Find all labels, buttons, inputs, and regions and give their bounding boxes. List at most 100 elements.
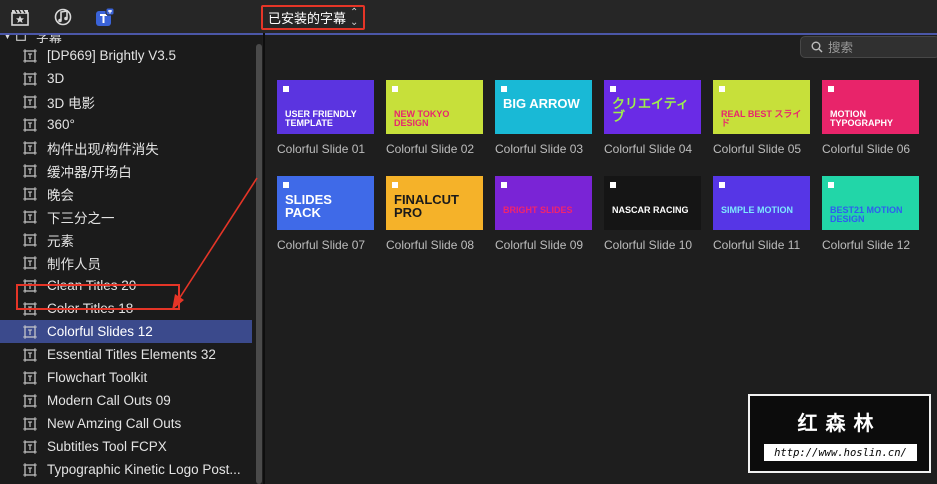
tile-caption: Colorful Slide 07 — [277, 238, 366, 252]
thumbnail-corner-mark — [283, 182, 289, 188]
thumbnail-corner-mark — [392, 86, 398, 92]
tile-caption: Colorful Slide 05 — [713, 142, 802, 156]
title-thumbnail: SLIDES PACK — [277, 176, 374, 230]
sidebar-item-label: 元素 — [47, 233, 74, 249]
search-input[interactable] — [828, 39, 928, 55]
sidebar-item-label: 制作人员 — [47, 256, 101, 272]
thumbnail-corner-mark — [501, 86, 507, 92]
title-thumbnail: BRIGHT SLIDES — [495, 176, 592, 230]
disclosure-triangle-icon[interactable]: ▼ — [4, 35, 11, 41]
sidebar-item[interactable]: New Amzing Call Outs — [0, 412, 252, 435]
music-note-icon[interactable] — [53, 7, 73, 27]
title-category-icon — [23, 324, 37, 339]
title-category-icon — [23, 140, 37, 155]
sidebar-item[interactable]: Modern Call Outs 09 — [0, 389, 252, 412]
clapboard-star-icon[interactable] — [10, 7, 30, 27]
title-category-icon — [23, 439, 37, 454]
thumbnail-text: BEST21 MOTION DESIGN — [830, 205, 903, 224]
sidebar-item[interactable]: 3D — [0, 67, 252, 90]
title-thumbnail: MOTION TYPOGRAPHY — [822, 80, 919, 134]
thumbnail-corner-mark — [828, 86, 834, 92]
watermark-title: 红森林 — [797, 411, 882, 435]
title-category-icon — [23, 347, 37, 362]
sidebar-item[interactable]: Typographic Kinetic Logo Post... — [0, 458, 252, 481]
thumbnail-text: NEW TOKYO DESIGN — [394, 109, 450, 128]
thumbnail-text: FINALCUT PRO — [394, 192, 459, 220]
title-thumbnail: BEST21 MOTION DESIGN — [822, 176, 919, 230]
watermark: 红森林 http://www.hoslin.cn/ — [748, 394, 931, 473]
title-category-icon — [23, 393, 37, 408]
sidebar-item-label: 3D — [47, 71, 65, 86]
sidebar-root-titles[interactable]: ▼ 字幕 — [0, 35, 62, 46]
sidebar-item[interactable]: [DP669] Brightly V3.5 — [0, 44, 252, 67]
sidebar-item-label: Subtitles Tool FCPX — [47, 439, 167, 454]
tile-caption: Colorful Slide 01 — [277, 142, 366, 156]
sidebar-item-label: 360° — [47, 117, 75, 132]
sidebar-item[interactable]: Essential Titles Elements 32 — [0, 343, 252, 366]
sidebar-item[interactable]: 3D 电影 — [0, 90, 252, 113]
thumbnail-text: SIMPLE MOTION — [721, 205, 793, 215]
title-thumbnail: USER FRIENDLY TEMPLATE — [277, 80, 374, 134]
tile-caption: Colorful Slide 03 — [495, 142, 584, 156]
title-thumbnail: REAL BEST スライド — [713, 80, 810, 134]
sidebar-item-label: 下三分之一 — [47, 210, 115, 226]
title-category-icon — [23, 416, 37, 431]
annotation-arrow — [172, 177, 258, 310]
search-icon — [811, 41, 823, 53]
title-thumbnail: NASCAR RACING — [604, 176, 701, 230]
tile-caption: Colorful Slide 12 — [822, 238, 911, 252]
title-category-icon — [23, 71, 37, 86]
title-category-icon — [23, 255, 37, 270]
thumbnail-corner-mark — [501, 182, 507, 188]
title-thumbnail: BIG ARROW — [495, 80, 592, 134]
thumbnail-corner-mark — [719, 86, 725, 92]
tile-caption: Colorful Slide 09 — [495, 238, 584, 252]
sidebar-item[interactable]: Subtitles Tool FCPX — [0, 435, 252, 458]
sidebar-item[interactable]: 构件出现/构件消失 — [0, 136, 252, 159]
title-thumbnail: NEW TOKYO DESIGN — [386, 80, 483, 134]
thumbnail-text: USER FRIENDLY TEMPLATE — [285, 109, 357, 128]
installed-titles-dropdown[interactable]: 已安装的字幕 ⌃ ⌄ — [261, 5, 365, 30]
thumbnail-corner-mark — [828, 182, 834, 188]
sidebar-item[interactable]: Flowchart Toolkit — [0, 366, 252, 389]
thumbnail-corner-mark — [283, 86, 289, 92]
search-field[interactable] — [800, 36, 937, 58]
highlight-annotation-box — [16, 284, 180, 310]
thumbnail-text: SLIDES PACK — [285, 192, 332, 220]
title-category-icon — [23, 462, 37, 477]
up-down-chevron-icon: ⌃ ⌄ — [350, 6, 359, 28]
sidebar-item-label: Typographic Kinetic Logo Post... — [47, 462, 241, 477]
title-category-icon — [23, 186, 37, 201]
sidebar-item-label: 晚会 — [47, 187, 74, 203]
sidebar-item-label: Modern Call Outs 09 — [47, 393, 171, 408]
title-category-icon — [23, 163, 37, 178]
thumbnail-text: クリエイティブ — [612, 96, 689, 124]
title-thumbnail: SIMPLE MOTION — [713, 176, 810, 230]
thumbnail-text: BRIGHT SLIDES — [503, 205, 573, 215]
title-category-icon — [23, 48, 37, 63]
dropdown-label: 已安装的字幕 — [268, 12, 347, 27]
browser-toolbar: 已安装的字幕 ⌃ ⌄ — [0, 0, 937, 33]
sidebar-item-label: Colorful Slides 12 — [47, 324, 153, 339]
sidebar-item-label: [DP669] Brightly V3.5 — [47, 48, 177, 63]
sidebar-item[interactable]: Colorful Slides 12 — [0, 320, 252, 343]
title-category-icon — [23, 232, 37, 247]
thumbnail-corner-mark — [610, 182, 616, 188]
title-category-icon — [23, 370, 37, 385]
title-category-icon — [16, 35, 26, 41]
tile-caption: Colorful Slide 04 — [604, 142, 693, 156]
thumbnail-corner-mark — [719, 182, 725, 188]
tile-caption: Colorful Slide 11 — [713, 238, 801, 252]
sidebar-item-label: Essential Titles Elements 32 — [47, 347, 216, 362]
sidebar-item-label: Flowchart Toolkit — [47, 370, 148, 385]
watermark-url: http://www.hoslin.cn/ — [764, 444, 917, 461]
thumbnail-corner-mark — [392, 182, 398, 188]
tile-caption: Colorful Slide 10 — [604, 238, 693, 252]
thumbnail-text: MOTION TYPOGRAPHY — [830, 109, 894, 128]
title-thumbnail: FINALCUT PRO — [386, 176, 483, 230]
tile-caption: Colorful Slide 08 — [386, 238, 475, 252]
title-icon[interactable] — [95, 7, 115, 27]
sidebar-item[interactable]: 360° — [0, 113, 252, 136]
tile-caption: Colorful Slide 02 — [386, 142, 475, 156]
title-thumbnail: クリエイティブ — [604, 80, 701, 134]
